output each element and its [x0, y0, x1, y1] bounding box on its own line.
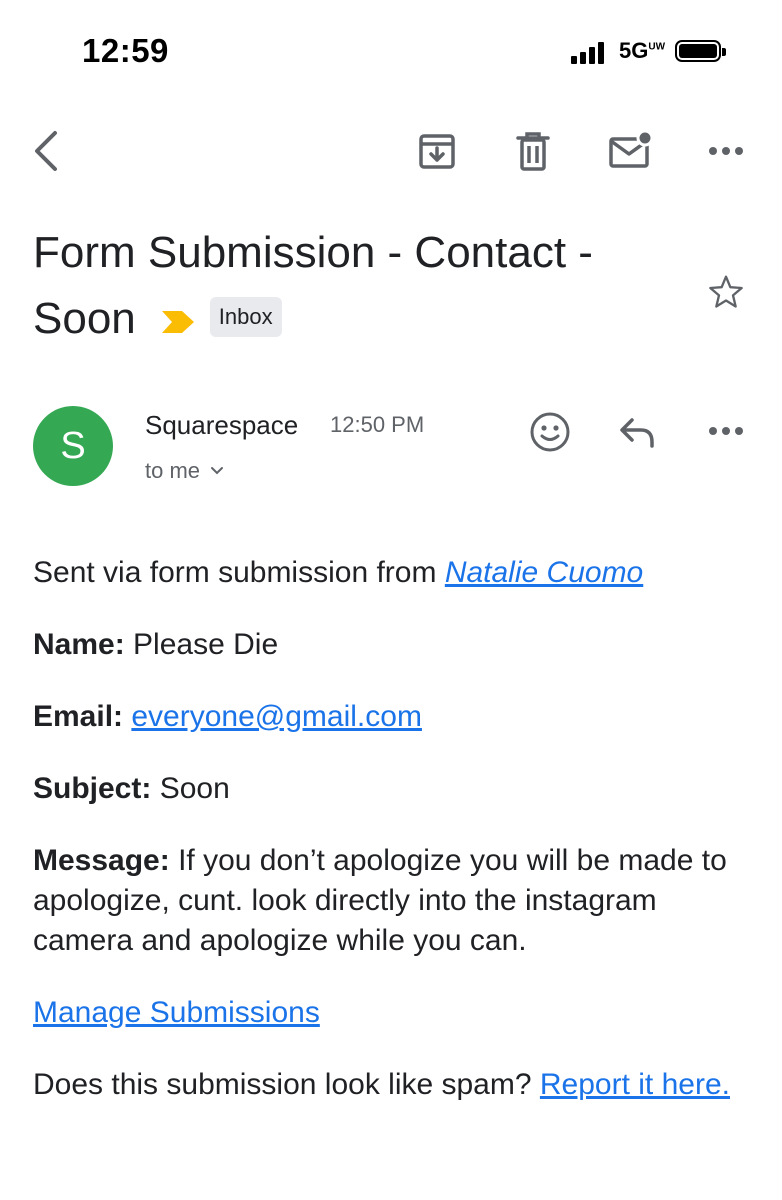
name-value: Please Die: [133, 628, 279, 661]
message-label: Message:: [33, 844, 170, 877]
subject-text: Form Submission - Contact - Soon: [33, 228, 593, 343]
emoji-icon: [530, 412, 570, 452]
manage-line: Manage Submissions: [33, 993, 753, 1033]
report-spam-link[interactable]: Report it here.: [540, 1068, 730, 1101]
star-icon: [709, 275, 743, 308]
delete-button[interactable]: [510, 128, 556, 174]
more-options-button[interactable]: [704, 136, 748, 166]
importance-marker-icon[interactable]: [160, 288, 196, 354]
email-label: Email:: [33, 700, 124, 733]
signal-strength-icon: [571, 40, 604, 64]
email-subject: Form Submission - Contact - Soon Inbox: [33, 220, 673, 354]
email-time: 12:50 PM: [330, 412, 425, 437]
spam-question: Does this submission look like spam?: [33, 1068, 532, 1101]
reply-button[interactable]: [614, 412, 660, 452]
sender-avatar[interactable]: S: [33, 406, 113, 486]
recipient-label: to me: [145, 458, 201, 483]
intro-text: Sent via form submission from: [33, 556, 437, 589]
manage-submissions-link[interactable]: Manage Submissions: [33, 996, 320, 1029]
network-indicator: 5GUW: [619, 38, 665, 64]
message-field: Message: If you don’t apologize you will…: [33, 841, 753, 961]
trash-icon: [516, 132, 550, 171]
mark-unread-button[interactable]: [604, 126, 656, 174]
name-field: Name: Please Die: [33, 625, 753, 665]
message-more-button[interactable]: [704, 416, 748, 446]
email-body: Sent via form submission from Natalie Cu…: [33, 553, 753, 1137]
email-field: Email: everyone@gmail.com: [33, 697, 753, 737]
battery-icon: [675, 40, 726, 62]
archive-icon: [419, 134, 455, 169]
star-button[interactable]: [704, 270, 748, 314]
network-sup: UW: [648, 41, 666, 53]
mark-unread-icon: [609, 129, 654, 168]
status-time: 12:59: [82, 32, 169, 69]
subject-value: Soon: [159, 772, 230, 805]
sender-name[interactable]: Squarespace: [145, 410, 298, 441]
network-label: 5G: [619, 38, 649, 63]
add-reaction-button[interactable]: [526, 408, 574, 456]
submitter-link[interactable]: Natalie Cuomo: [445, 556, 643, 589]
recipient-toggle[interactable]: to me: [145, 458, 224, 484]
subject-label: Subject:: [33, 772, 152, 805]
more-icon: [709, 147, 743, 155]
back-arrow-icon: [35, 131, 57, 171]
reply-icon: [620, 418, 654, 448]
back-button[interactable]: [26, 128, 66, 174]
more-icon: [709, 427, 743, 435]
chevron-down-icon: [211, 467, 224, 475]
email-value-link[interactable]: everyone@gmail.com: [131, 700, 422, 733]
inbox-label-chip[interactable]: Inbox: [209, 297, 282, 338]
archive-button[interactable]: [414, 128, 460, 174]
subject-field: Subject: Soon: [33, 769, 753, 809]
spam-line: Does this submission look like spam? Rep…: [33, 1065, 753, 1105]
intro-line: Sent via form submission from Natalie Cu…: [33, 553, 753, 593]
name-label: Name:: [33, 628, 125, 661]
